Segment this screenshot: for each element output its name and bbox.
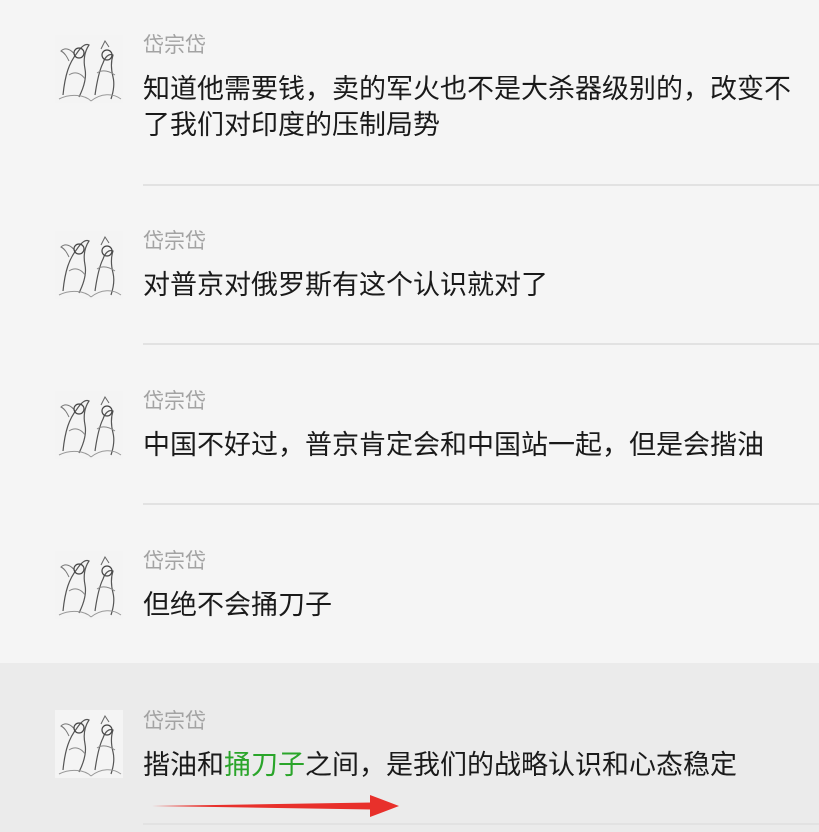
comment-item: 岱宗岱 中国不好过，普京肯定会和中国站一起，但是会揩油 bbox=[0, 346, 819, 506]
divider bbox=[143, 503, 819, 505]
red-arrow-icon bbox=[152, 795, 399, 817]
avatar[interactable] bbox=[55, 391, 123, 459]
comment-item-highlighted: 岱宗岱 揩油和捅刀子之间，是我们的战略认识和心态稳定 bbox=[0, 663, 819, 832]
comment-item: 岱宗岱 但绝不会捅刀子 bbox=[0, 506, 819, 663]
avatar-illustration-icon bbox=[55, 35, 123, 103]
sender-name[interactable]: 岱宗岱 bbox=[143, 228, 206, 254]
divider bbox=[143, 823, 819, 825]
comment-list: 岱宗岱 知道他需要钱，卖的军火也不是大杀器级别的，改变不了我们对印度的压制局势 … bbox=[0, 0, 819, 832]
divider bbox=[143, 343, 819, 345]
avatar-illustration-icon bbox=[55, 231, 123, 299]
comment-text: 中国不好过，普京肯定会和中国站一起，但是会揩油 bbox=[143, 430, 764, 461]
highlighted-keyword: 捅刀子 bbox=[224, 750, 305, 781]
comment-item: 岱宗岱 知道他需要钱，卖的军火也不是大杀器级别的，改变不了我们对印度的压制局势 bbox=[0, 0, 819, 186]
comment-text: 但绝不会捅刀子 bbox=[143, 590, 332, 621]
comment-text: 知道他需要钱，卖的军火也不是大杀器级别的，改变不了我们对印度的压制局势 bbox=[143, 74, 791, 141]
comment-text: 对普京对俄罗斯有这个认识就对了 bbox=[143, 270, 548, 301]
comment-item: 岱宗岱 对普京对俄罗斯有这个认识就对了 bbox=[0, 186, 819, 346]
sender-name[interactable]: 岱宗岱 bbox=[143, 32, 206, 58]
sender-name[interactable]: 岱宗岱 bbox=[143, 708, 206, 734]
avatar[interactable] bbox=[55, 710, 123, 778]
avatar-illustration-icon bbox=[55, 551, 123, 619]
avatar[interactable] bbox=[55, 35, 123, 103]
avatar[interactable] bbox=[55, 551, 123, 619]
comment-text-after: 之间，是我们的战略认识和心态稳定 bbox=[305, 750, 737, 781]
avatar-illustration-icon bbox=[55, 391, 123, 459]
avatar-illustration-icon bbox=[55, 710, 123, 778]
sender-name[interactable]: 岱宗岱 bbox=[143, 388, 206, 414]
avatar[interactable] bbox=[55, 231, 123, 299]
sender-name[interactable]: 岱宗岱 bbox=[143, 548, 206, 574]
comment-text: 揩油和捅刀子之间，是我们的战略认识和心态稳定 bbox=[143, 748, 803, 784]
comment-text-before: 揩油和 bbox=[143, 750, 224, 781]
